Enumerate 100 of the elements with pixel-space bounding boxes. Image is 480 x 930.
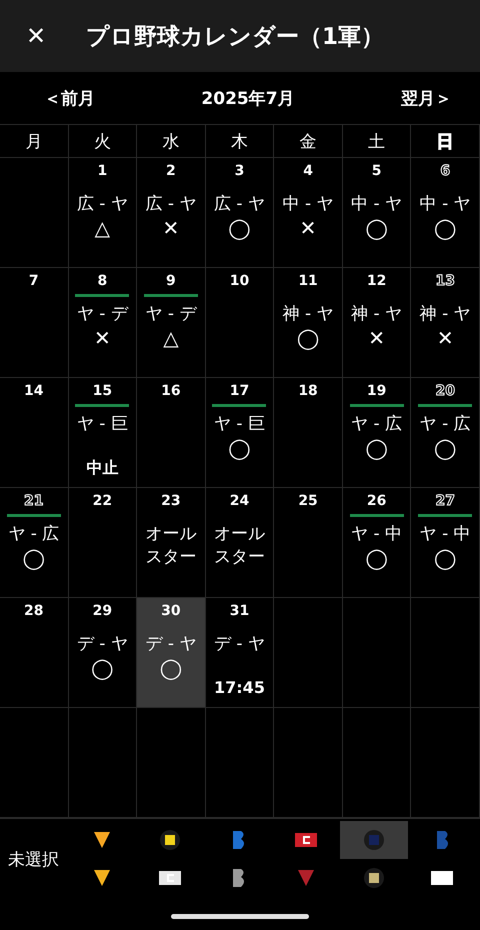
day-cell[interactable]: 14: [0, 378, 69, 488]
day-number: 15: [92, 382, 112, 400]
day-number: 7: [28, 272, 39, 290]
day-number: 31: [230, 602, 250, 620]
day-number: 12: [366, 272, 386, 290]
day-cell[interactable]: 16: [137, 378, 206, 488]
matchup-text: デ - ヤ: [76, 633, 129, 656]
day-cell[interactable]: 13 神 - ヤ ✕: [411, 268, 480, 378]
matchup-text: ヤ - 中: [350, 523, 404, 546]
day-cell[interactable]: 31 デ - ヤ 17:45: [206, 598, 274, 708]
day-cell[interactable]: 4 中 - ヤ ✕: [274, 158, 343, 268]
day-number: 19: [366, 382, 386, 400]
day-cell[interactable]: 25: [274, 488, 343, 598]
result-mark: ◯: [434, 546, 456, 570]
result-mark: ◯: [228, 436, 251, 460]
result-mark: ◯: [365, 436, 388, 460]
day-cell[interactable]: 10: [206, 268, 274, 378]
weekday-label: 土: [368, 130, 386, 152]
day-number: 8: [97, 272, 108, 290]
day-number: 18: [298, 382, 318, 400]
day-cell[interactable]: 3 広 - ヤ ◯: [206, 158, 274, 268]
day-number: 26: [366, 492, 386, 510]
day-cell[interactable]: 8 ヤ - デ ✕: [68, 268, 138, 378]
result-mark: △: [94, 216, 110, 240]
day-cell[interactable]: 12 神 - ヤ ✕: [342, 268, 412, 378]
matchup-text: 神 - ヤ: [282, 303, 335, 326]
month-label: 2025年7月: [201, 88, 295, 110]
day-number: 22: [92, 492, 112, 510]
day-number: 10: [230, 272, 250, 290]
day-cell[interactable]: 17 ヤ - 巨 ◯: [206, 378, 274, 488]
result-mark: ◯: [22, 546, 45, 570]
matchup-text: 広 - ヤ: [213, 193, 266, 216]
matchup-text: 神 - ヤ: [418, 303, 472, 326]
matchup-text: ヤ - 巨: [213, 413, 266, 436]
day-cell[interactable]: 6 中 - ヤ ◯: [411, 158, 480, 268]
next-month-button[interactable]: 翌月＞: [397, 82, 456, 114]
day-number: 9: [166, 272, 176, 290]
matchup-text: ヤ - 広: [7, 523, 60, 546]
day-cell[interactable]: 7: [0, 268, 69, 378]
day-number: 25: [298, 492, 318, 510]
filter-label: 未選択: [8, 848, 60, 870]
matchup-text: 中 - ヤ: [282, 193, 335, 216]
close-button[interactable]: ✕: [16, 22, 56, 50]
matchup-text: 広 - ヤ: [144, 193, 198, 216]
matchup-text: ヤ - デ: [76, 303, 130, 326]
day-number: 13: [435, 272, 455, 290]
matchup-text: オールスター: [144, 523, 198, 569]
day-number: 3: [234, 162, 244, 180]
day-cell[interactable]: 11 神 - ヤ ◯: [274, 268, 343, 378]
today-cell[interactable]: 30 デ - ヤ ◯: [137, 598, 206, 708]
day-cell[interactable]: 18: [274, 378, 343, 488]
weekday-label: 月: [25, 130, 42, 152]
matchup-text: 中 - ヤ: [350, 193, 404, 216]
day-cell[interactable]: 22: [68, 488, 138, 598]
game-note: 17:45: [214, 678, 265, 697]
day-cell[interactable]: 28: [0, 598, 69, 708]
result-mark: △: [163, 326, 179, 350]
result-mark: ◯: [434, 216, 456, 240]
matchup-text: オールスター: [212, 523, 266, 569]
previous-month-button[interactable]: ＜前月: [40, 82, 99, 114]
matchup-text: ヤ - 広: [418, 413, 472, 436]
result-mark: ✕: [436, 326, 454, 350]
result-mark: ✕: [162, 216, 180, 240]
weekday-label: 日: [436, 130, 454, 152]
day-cell[interactable]: 1 広 - ヤ △: [68, 158, 138, 268]
day-cell[interactable]: 21 ヤ - 広 ◯: [0, 488, 69, 598]
day-number: 6: [440, 162, 450, 180]
screen-title: プロ野球カレンダー（1軍）: [86, 22, 384, 52]
matchup-text: デ - ヤ: [144, 633, 198, 656]
matchup-text: 中 - ヤ: [418, 193, 472, 216]
day-cell[interactable]: 27 ヤ - 中 ◯: [411, 488, 480, 598]
day-number: 27: [435, 492, 455, 510]
day-cell[interactable]: 20 ヤ - 広 ◯: [411, 378, 480, 488]
day-number: 28: [24, 602, 44, 620]
day-number: 2: [166, 162, 176, 180]
matchup-text: ヤ - 中: [418, 523, 472, 546]
day-cell[interactable]: 2 広 - ヤ ✕: [137, 158, 206, 268]
matchup-text: 広 - ヤ: [76, 193, 129, 216]
day-cell[interactable]: 5 中 - ヤ ◯: [342, 158, 412, 268]
weekday-label: 水: [162, 130, 180, 152]
result-mark: ✕: [368, 326, 386, 350]
day-cell[interactable]: 19 ヤ - 広 ◯: [342, 378, 412, 488]
weekday-label: 木: [230, 130, 248, 152]
day-number: 4: [303, 162, 313, 180]
result-mark: ✕: [94, 326, 111, 350]
day-number: 21: [24, 492, 44, 510]
result-mark: ◯: [365, 216, 388, 240]
day-cell[interactable]: 15 ヤ - 巨 中止: [68, 378, 138, 488]
result-mark: ◯: [228, 216, 251, 240]
day-number: 23: [161, 492, 181, 510]
day-cell[interactable]: 26 ヤ - 中 ◯: [342, 488, 412, 598]
day-cell[interactable]: 9 ヤ - デ △: [137, 268, 206, 378]
day-number: 20: [435, 382, 455, 400]
day-cell[interactable]: 24 オールスター: [206, 488, 274, 598]
day-number: 16: [161, 382, 181, 400]
result-mark: ◯: [434, 436, 456, 460]
result-mark: ✕: [300, 216, 316, 240]
result-mark: ◯: [365, 546, 388, 570]
weekday-label: 金: [300, 130, 317, 152]
game-note: 中止: [86, 458, 118, 479]
